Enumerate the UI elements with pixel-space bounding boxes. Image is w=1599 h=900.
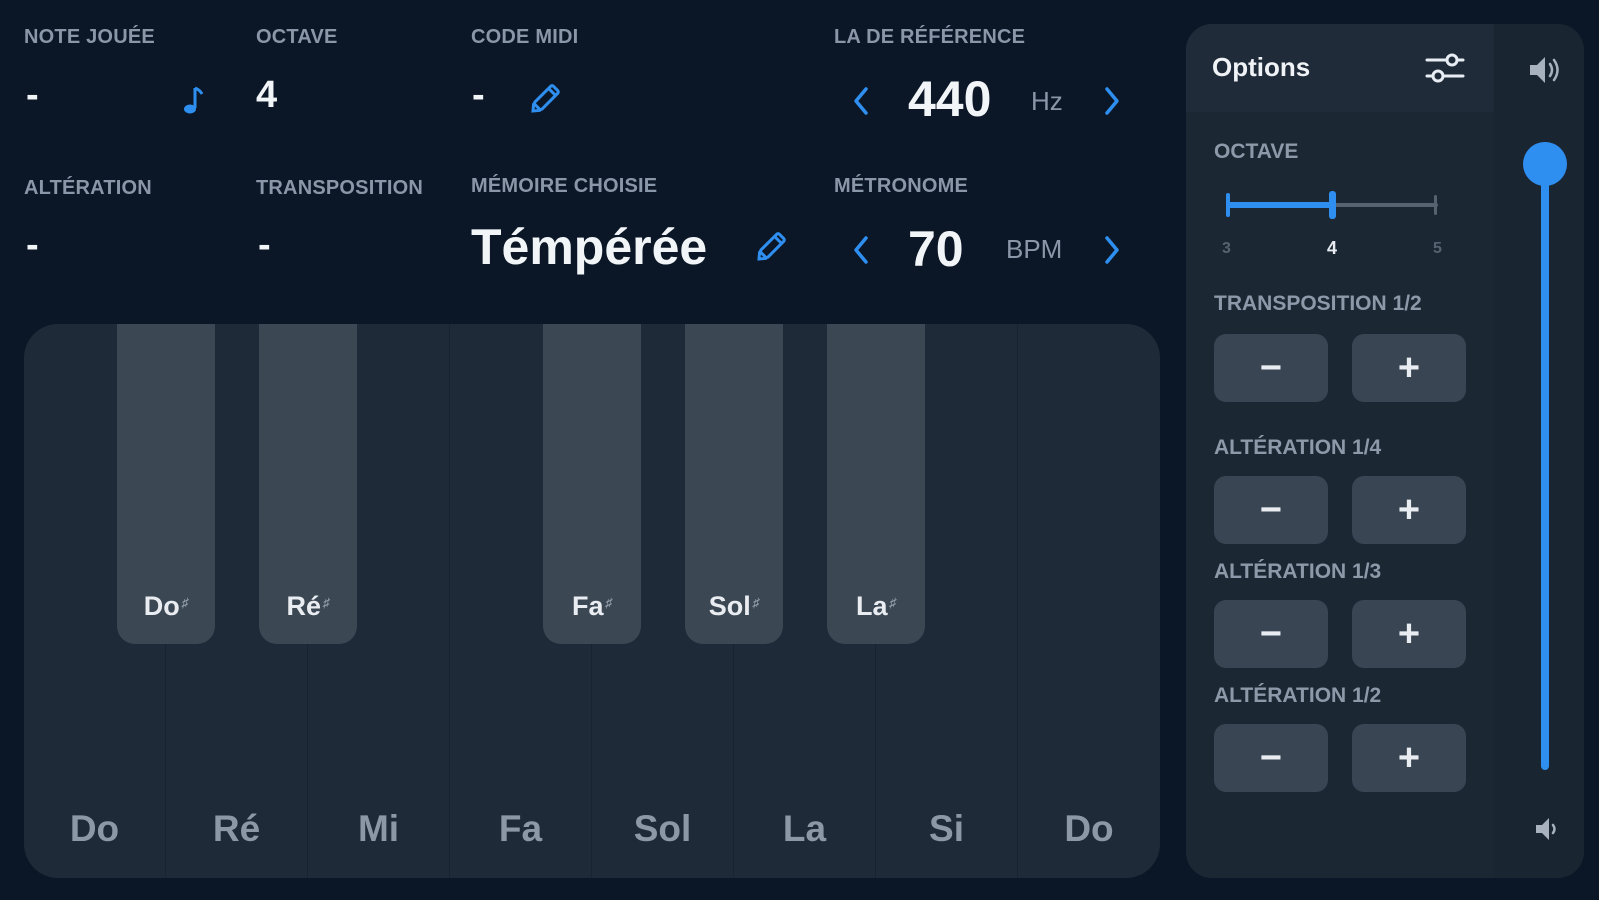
white-key-label: Do xyxy=(1064,808,1114,849)
volume-slider-thumb[interactable] xyxy=(1523,142,1567,186)
reference-increase-chevron-right-icon[interactable] xyxy=(1101,84,1123,118)
black-key-label: Fa ♯ xyxy=(571,591,613,621)
white-key-label: Sol xyxy=(633,808,692,849)
octave-tick-end xyxy=(1434,195,1437,215)
sharp-symbol: ♯ xyxy=(889,595,897,610)
volume-slider-fill xyxy=(1541,142,1549,770)
midi-code-label: CODE MIDI xyxy=(471,26,579,48)
note-played-label: NOTE JOUÉE xyxy=(24,26,155,48)
alteration-half-label: ALTÉRATION 1/2 xyxy=(1214,684,1382,707)
transposition-half-minus-button[interactable]: − xyxy=(1214,334,1328,402)
alteration-quarter-plus-button[interactable]: + xyxy=(1352,476,1466,544)
piano-keyboard: Do Ré Mi Fa Sol La Si Do Do ♯ Ré ♯ Fa ♯ Sol… xyxy=(24,324,1160,878)
speaker-quiet-icon[interactable] xyxy=(1532,814,1562,844)
transposition-half-plus-button[interactable]: + xyxy=(1352,334,1466,402)
white-key-label: La xyxy=(782,808,827,849)
metronome-unit: BPM xyxy=(1006,234,1063,264)
reference-decrease-chevron-left-icon[interactable] xyxy=(850,84,872,118)
octave-tick-start xyxy=(1226,193,1230,217)
black-key-re-sharp[interactable]: Ré ♯ xyxy=(259,324,357,644)
black-key-sol-sharp[interactable]: Sol ♯ xyxy=(685,324,783,644)
options-title: Options xyxy=(1212,52,1311,82)
white-key-label: Do xyxy=(69,808,120,849)
alteration-half-minus-button[interactable]: − xyxy=(1214,724,1328,792)
alteration-value: - xyxy=(26,224,39,266)
volume-slider[interactable] xyxy=(1520,120,1570,792)
midi-code-value: - xyxy=(472,74,485,116)
metronome-decrease-chevron-left-icon[interactable] xyxy=(850,233,872,267)
white-key-label: Si xyxy=(929,808,964,849)
speaker-loud-icon[interactable] xyxy=(1526,52,1566,88)
sharp-symbol: ♯ xyxy=(181,595,189,610)
options-octave-label: OCTAVE xyxy=(1214,140,1299,163)
black-key-la-sharp[interactable]: La ♯ xyxy=(827,324,925,644)
octave-slider-fill xyxy=(1226,202,1332,208)
alteration-half-plus-button[interactable]: + xyxy=(1352,724,1466,792)
note-played-value: - xyxy=(26,74,39,116)
alteration-third-plus-button[interactable]: + xyxy=(1352,600,1466,668)
alteration-quarter-label: ALTÉRATION 1/4 xyxy=(1214,436,1382,459)
alteration-third-label: ALTÉRATION 1/3 xyxy=(1214,560,1382,583)
octave-slider[interactable] xyxy=(1226,186,1438,224)
white-key-label: Mi xyxy=(357,808,400,849)
octave-slider-thumb[interactable] xyxy=(1329,191,1336,219)
reference-pitch-value: 440 xyxy=(908,71,992,127)
sharp-symbol: ♯ xyxy=(605,595,613,610)
octave-tick-4: 4 xyxy=(1327,238,1338,258)
white-key-do-high[interactable]: Do xyxy=(1018,324,1160,878)
metronome-increase-chevron-right-icon[interactable] xyxy=(1101,233,1123,267)
reference-pitch-label: LA DE RÉFÉRENCE xyxy=(834,26,1026,48)
options-panel: Options OCTAVE 3 4 5 TRANSPOSITION 1/2 −… xyxy=(1186,24,1584,878)
transposition-label: TRANSPOSITION xyxy=(256,177,424,199)
white-key-label: Ré xyxy=(212,808,261,849)
memory-label: MÉMOIRE CHOISIE xyxy=(471,175,658,197)
octave-label: OCTAVE xyxy=(256,26,338,48)
transposition-half-label: TRANSPOSITION 1/2 xyxy=(1214,292,1422,315)
sharp-symbol: ♯ xyxy=(323,595,330,610)
alteration-third-minus-button[interactable]: − xyxy=(1214,600,1328,668)
white-key-label: Fa xyxy=(498,808,543,849)
black-key-do-sharp[interactable]: Do ♯ xyxy=(117,324,215,644)
memory-value: Témpérée xyxy=(471,219,708,275)
music-note-icon[interactable] xyxy=(180,84,206,118)
black-key-label: Do ♯ xyxy=(143,591,189,621)
octave-value: 4 xyxy=(256,74,278,116)
alteration-quarter-minus-button[interactable]: − xyxy=(1214,476,1328,544)
octave-tick-5: 5 xyxy=(1433,240,1442,257)
sliders-settings-icon[interactable] xyxy=(1424,50,1466,86)
black-key-label: Ré ♯ xyxy=(286,591,330,621)
black-key-fa-sharp[interactable]: Fa ♯ xyxy=(543,324,641,644)
metronome-value: 70 xyxy=(908,221,964,277)
black-key-label: La ♯ xyxy=(855,591,897,621)
octave-tick-3: 3 xyxy=(1222,240,1231,257)
edit-memory-pencil-icon[interactable] xyxy=(752,228,790,266)
metronome-label: MÉTRONOME xyxy=(834,175,969,197)
transposition-value: - xyxy=(258,224,271,266)
pencil-icon[interactable] xyxy=(526,80,564,118)
black-key-label: Sol ♯ xyxy=(708,591,760,621)
reference-pitch-unit: Hz xyxy=(1031,86,1063,116)
alteration-label: ALTÉRATION xyxy=(24,177,152,199)
sharp-symbol: ♯ xyxy=(752,595,760,610)
